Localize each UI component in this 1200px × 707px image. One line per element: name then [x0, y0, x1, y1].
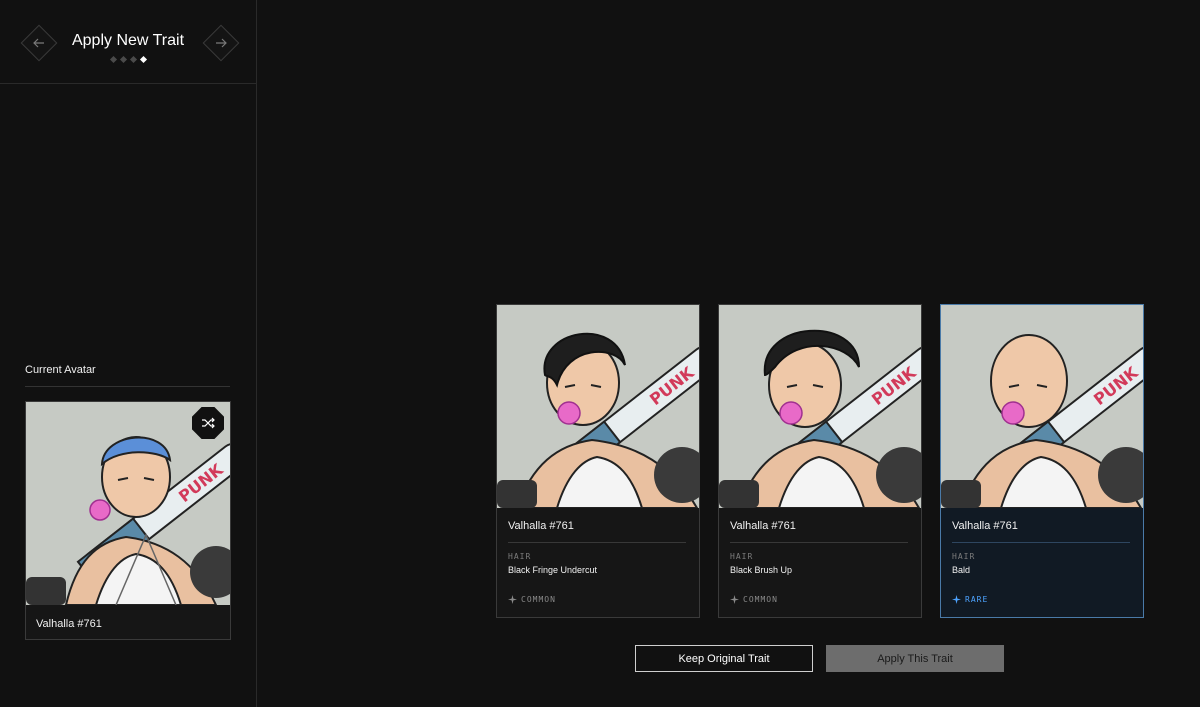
trait-category: HAIR — [952, 552, 976, 561]
next-step-button[interactable] — [202, 24, 240, 62]
trait-value: Bald — [952, 565, 971, 575]
current-avatar-card: PUNK Valhalla #761 — [25, 401, 231, 640]
step-dot-active — [139, 55, 147, 64]
trait-category: HAIR — [730, 552, 754, 561]
divider — [25, 386, 230, 387]
trait-value: Black Fringe Undercut — [508, 565, 598, 575]
trait-option-card[interactable]: PUNK Valhalla #761 HAIR Black Fringe Und… — [496, 304, 700, 618]
trait-value: Black Brush Up — [730, 565, 793, 575]
wizard-header: Apply New Trait — [0, 0, 256, 84]
trait-card-title: Valhalla #761 — [730, 520, 796, 532]
trait-rarity: COMMON — [508, 595, 556, 604]
step-indicator — [0, 55, 256, 64]
step-dot — [109, 55, 117, 64]
current-avatar-name: Valhalla #761 — [36, 618, 102, 630]
divider — [730, 542, 908, 543]
current-avatar-image: PUNK — [26, 402, 230, 605]
trait-rarity: RARE — [952, 595, 988, 604]
trait-preview-image: PUNK — [497, 305, 699, 508]
trait-category: HAIR — [508, 552, 532, 561]
sparkle-icon — [952, 595, 961, 604]
current-avatar-label: Current Avatar — [25, 364, 96, 376]
step-dot — [119, 55, 127, 64]
divider — [508, 542, 686, 543]
trait-card-title: Valhalla #761 — [952, 520, 1018, 532]
sparkle-icon — [730, 595, 739, 604]
shuffle-icon — [202, 417, 215, 429]
trait-preview-image: PUNK — [719, 305, 921, 508]
trait-rarity-label: COMMON — [743, 595, 778, 604]
step-dot — [129, 55, 137, 64]
sidebar: Apply New Trait Current Avatar PUNK Valh… — [0, 0, 257, 707]
trait-option-card-selected[interactable]: PUNK Valhalla #761 HAIR Bald RARE — [940, 304, 1144, 618]
keep-original-trait-button[interactable]: Keep Original Trait — [635, 645, 813, 672]
apply-trait-button[interactable]: Apply This Trait — [826, 645, 1004, 672]
trait-rarity-label: COMMON — [521, 595, 556, 604]
trait-card-title: Valhalla #761 — [508, 520, 574, 532]
sparkle-icon — [508, 595, 517, 604]
arrow-right-icon — [216, 38, 227, 48]
trait-rarity-label: RARE — [965, 595, 989, 604]
trait-option-card[interactable]: PUNK Valhalla #761 HAIR Black Brush Up C… — [718, 304, 922, 618]
divider — [952, 542, 1130, 543]
trait-preview-image: PUNK — [941, 305, 1143, 508]
trait-rarity: COMMON — [730, 595, 778, 604]
